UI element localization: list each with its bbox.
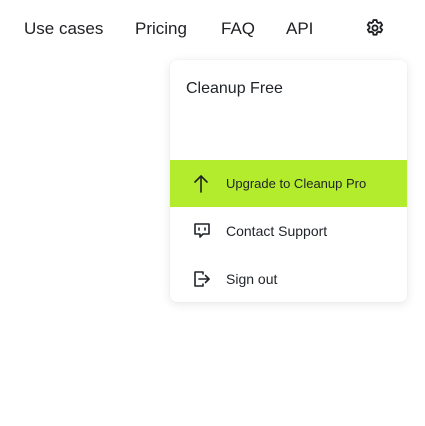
sign-out-item[interactable]: Sign out [170, 259, 407, 299]
upgrade-button-label: Upgrade to Cleanup Pro [226, 176, 367, 191]
chat-bubble-icon [192, 221, 212, 241]
nav-faq-link[interactable]: FAQ [221, 18, 255, 40]
nav-pricing-link[interactable]: Pricing [135, 18, 187, 40]
current-plan-name: Cleanup Free [186, 80, 283, 97]
sign-out-label: Sign out [226, 271, 278, 287]
contact-support-label: Contact Support [226, 223, 328, 239]
top-navigation: Use cases Pricing FAQ API [0, 0, 425, 58]
arrow-up-icon [191, 173, 211, 194]
contact-support-item[interactable]: Contact Support [170, 211, 407, 251]
gear-icon[interactable] [364, 17, 386, 39]
nav-api-link[interactable]: API [286, 18, 313, 40]
upgrade-button[interactable]: Upgrade to Cleanup Pro [170, 160, 407, 207]
nav-use-cases-link[interactable]: Use cases [24, 18, 103, 40]
sign-out-icon [192, 269, 212, 289]
account-dropdown-menu: Cleanup Free Upgrade to Cleanup Pro Cont… [170, 60, 407, 302]
